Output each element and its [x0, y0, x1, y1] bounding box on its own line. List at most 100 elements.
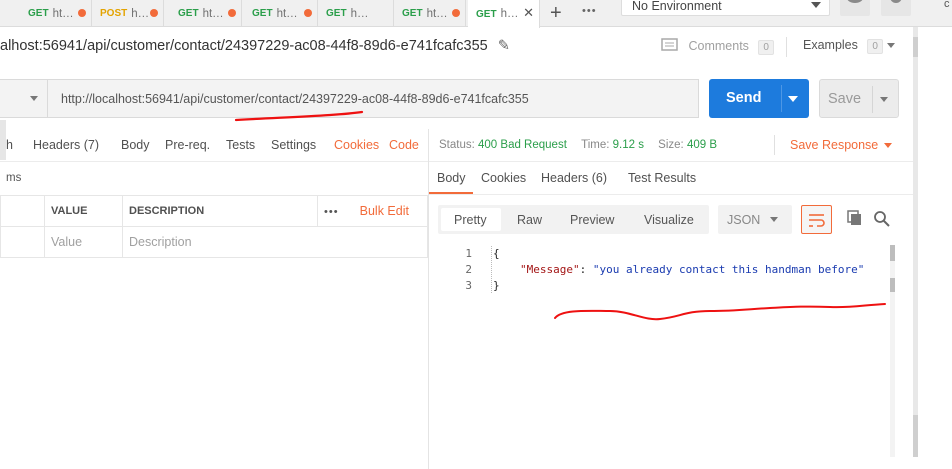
tab-prerequest[interactable]: Pre-req.: [165, 138, 210, 152]
divider: [781, 85, 782, 112]
send-label: Send: [726, 90, 762, 106]
more-tabs-icon[interactable]: •••: [582, 5, 597, 17]
method-select[interactable]: [0, 79, 48, 118]
view-pretty[interactable]: Pretty: [454, 213, 487, 227]
value-input[interactable]: Value: [44, 226, 123, 258]
url-input[interactable]: http://localhost:56941/api/customer/cont…: [47, 79, 699, 118]
checkbox-col-header: [0, 195, 45, 227]
environment-label: No Environment: [632, 0, 722, 13]
examples-button[interactable]: Examples 0: [803, 38, 895, 54]
tab-headers-label: Headers: [33, 138, 81, 152]
checkbox-cell: [0, 226, 45, 258]
method-label: POST: [100, 8, 128, 19]
cookies-link[interactable]: Cookies: [334, 138, 379, 152]
tab-response-cookies[interactable]: Cookies: [481, 171, 526, 185]
eye-icon[interactable]: [840, 0, 870, 16]
json-open-brace: {: [493, 247, 500, 260]
response-scroll-thumb[interactable]: [890, 245, 895, 261]
size-label: Size:: [658, 139, 684, 151]
params-table: VALUE DESCRIPTION ••• Bulk Edit Value De…: [0, 195, 428, 258]
code-link[interactable]: Code: [389, 138, 419, 152]
send-button[interactable]: Send: [709, 79, 809, 118]
settings-gear-icon[interactable]: [881, 0, 911, 16]
environment-select[interactable]: No Environment: [621, 0, 830, 16]
response-scrollbar[interactable]: [890, 245, 895, 457]
new-tab-plus-icon[interactable]: +: [550, 2, 562, 25]
divider: [429, 194, 914, 195]
divider: [429, 161, 914, 162]
request-tab[interactable]: POST h…: [92, 0, 164, 27]
bulk-edit-link[interactable]: Bulk Edit: [360, 204, 409, 218]
line-number: 3: [465, 279, 472, 292]
save-label: Save: [828, 91, 862, 107]
tab-headers[interactable]: Headers (7): [33, 138, 99, 152]
tab-settings[interactable]: Settings: [271, 138, 316, 152]
comments-button[interactable]: Comments 0: [661, 38, 774, 55]
tab-tests[interactable]: Tests: [226, 138, 255, 152]
close-icon[interactable]: ✕: [523, 5, 534, 21]
chevron-down-icon[interactable]: [880, 97, 888, 102]
request-tabs: h Headers (7) Body Pre-req. Tests Settin…: [0, 130, 428, 160]
unsaved-dot-icon: [304, 9, 312, 17]
window-scroll-thumb[interactable]: [913, 37, 918, 57]
request-tab[interactable]: GET ht…: [20, 0, 92, 27]
save-button[interactable]: Save: [819, 79, 899, 118]
method-label: GET: [326, 8, 347, 19]
json-key: "Message": [520, 263, 580, 276]
view-preview[interactable]: Preview: [570, 213, 614, 227]
window-scrollbar[interactable]: [913, 27, 918, 457]
request-name: alhost:56941/api/customer/contact/243972…: [0, 38, 488, 54]
left-scroll-edge: [0, 120, 6, 160]
tab-test-results[interactable]: Test Results: [628, 171, 696, 185]
pane-divider[interactable]: [428, 129, 429, 469]
method-label: GET: [252, 8, 273, 19]
tab-response-headers[interactable]: Headers (6): [541, 171, 607, 185]
save-response-button[interactable]: Save Response: [790, 138, 878, 152]
wrap-lines-button[interactable]: [801, 205, 832, 234]
copy-icon[interactable]: [846, 210, 864, 231]
request-tab[interactable]: GET h…: [318, 0, 394, 27]
comment-icon: [661, 38, 678, 51]
tab-label: ht: [202, 7, 213, 20]
request-tab-active[interactable]: GET h… ✕: [468, 0, 540, 28]
unsaved-dot-icon: [228, 9, 236, 17]
view-visualize[interactable]: Visualize: [644, 213, 694, 227]
window-scroll-thumb[interactable]: [913, 415, 918, 457]
examples-label: Examples: [803, 38, 858, 52]
tab-label: h: [131, 7, 138, 20]
chevron-down-icon[interactable]: [884, 143, 892, 148]
handdrawn-underline-url: [234, 110, 364, 122]
params-section-label: ms: [6, 172, 22, 184]
request-tab[interactable]: GET ht…: [170, 0, 242, 27]
tab-body[interactable]: Body: [121, 138, 150, 152]
chevron-down-icon: [811, 2, 821, 8]
line-number: 1: [465, 247, 472, 260]
divider: [872, 86, 873, 113]
more-icon[interactable]: •••: [324, 206, 339, 218]
request-tab[interactable]: GET ht…: [244, 0, 318, 27]
examples-count: 0: [867, 39, 883, 54]
json-close-brace: }: [493, 279, 500, 292]
response-scroll-thumb[interactable]: [890, 278, 895, 292]
postman-window: GET ht… POST h… GET ht… GET ht… GET h… G…: [0, 0, 952, 469]
description-column-header: DESCRIPTION: [122, 195, 318, 227]
divider: [786, 37, 787, 57]
tab-label: h: [350, 7, 357, 20]
description-input[interactable]: Description: [122, 226, 428, 258]
tab-response-body[interactable]: Body: [437, 171, 466, 185]
format-select[interactable]: JSON: [718, 205, 792, 234]
url-text: http://localhost:56941/api/customer/cont…: [61, 92, 529, 106]
handdrawn-squiggle: [554, 303, 886, 321]
request-tab[interactable]: GET ht…: [394, 0, 466, 27]
chevron-down-icon[interactable]: [788, 96, 798, 102]
clipped-label: c: [944, 0, 950, 10]
view-raw[interactable]: Raw: [517, 213, 542, 227]
time-label: Time:: [581, 139, 610, 151]
tab-label: ht: [52, 7, 63, 20]
edit-pencil-icon[interactable]: ✎: [498, 38, 510, 54]
search-icon[interactable]: [873, 210, 891, 231]
tab-authorization-fragment[interactable]: h: [6, 138, 13, 152]
json-line: "Message": "you already contact this han…: [520, 263, 864, 276]
json-value: "you already contact this handman before…: [592, 263, 865, 276]
table-row: Value Description: [0, 226, 428, 258]
